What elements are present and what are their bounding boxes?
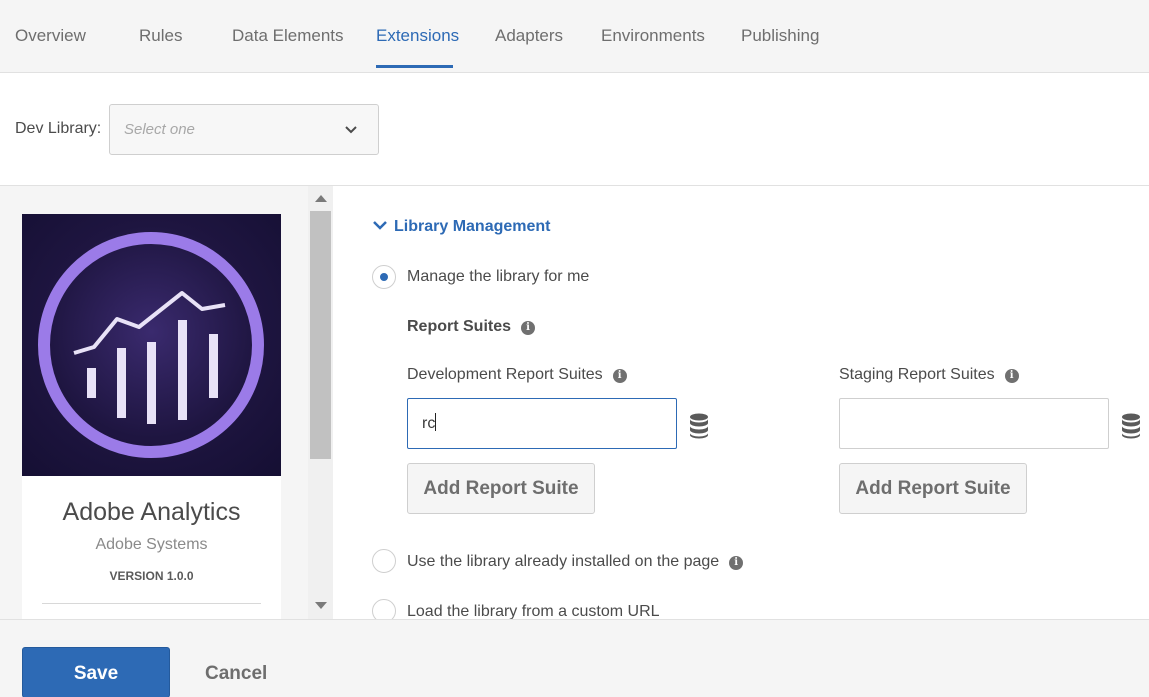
radio-manage-library[interactable]	[372, 265, 396, 289]
dev-library-label: Dev Library:	[15, 120, 102, 137]
tab-adapters[interactable]: Adapters	[495, 26, 563, 46]
database-icon[interactable]	[1121, 413, 1141, 439]
adobe-analytics-logo	[22, 214, 281, 476]
tab-overview[interactable]: Overview	[15, 26, 86, 46]
footer-bar: Save Cancel	[0, 619, 1149, 697]
database-icon[interactable]	[689, 413, 709, 439]
analytics-chart-icon	[38, 232, 264, 458]
active-tab-indicator	[376, 65, 453, 68]
library-management-toggle[interactable]: Library Management	[372, 218, 550, 236]
info-icon[interactable]: i	[521, 321, 536, 335]
extension-title: Adobe Analytics	[62, 498, 241, 526]
dev-library-select[interactable]: Select one	[109, 104, 379, 155]
dev-report-suites-label: Development Report Suites i	[407, 366, 627, 384]
scroll-up-arrow-icon[interactable]	[315, 195, 327, 202]
scrollbar-thumb[interactable]	[310, 211, 331, 459]
extension-vendor: Adobe Systems	[95, 536, 208, 553]
info-icon[interactable]: i	[612, 369, 627, 383]
dev-report-suites-input[interactable]: rc	[407, 398, 677, 449]
dev-report-suites-value: rc	[422, 415, 436, 432]
report-suites-heading-text: Report Suites	[407, 318, 512, 335]
add-dev-report-suite-button[interactable]: Add Report Suite	[407, 463, 595, 514]
chevron-down-icon	[373, 221, 387, 230]
staging-report-suites-input[interactable]	[839, 398, 1109, 449]
cancel-button[interactable]: Cancel	[205, 663, 267, 685]
extension-card[interactable]: Adobe Analytics Adobe Systems VERSION 1.…	[22, 214, 281, 624]
text-caret	[435, 413, 437, 431]
extension-list-panel: Adobe Analytics Adobe Systems VERSION 1.…	[0, 186, 333, 624]
radio-manage-library-label[interactable]: Manage the library for me	[407, 268, 589, 286]
scroll-down-arrow-icon[interactable]	[315, 602, 327, 609]
tab-environments[interactable]: Environments	[601, 26, 705, 46]
dev-library-placeholder: Select one	[124, 121, 195, 138]
radio-use-installed-library[interactable]	[372, 549, 396, 573]
report-suites-heading: Report Suites i	[407, 318, 536, 336]
tab-data-elements[interactable]: Data Elements	[232, 26, 344, 46]
info-icon[interactable]: i	[1004, 369, 1019, 383]
library-management-title: Library Management	[394, 218, 551, 235]
dev-report-suites-label-text: Development Report Suites	[407, 366, 603, 383]
extension-version: VERSION 1.0.0	[109, 569, 194, 583]
chevron-down-icon	[345, 126, 357, 134]
radio-use-installed-library-text: Use the library already installed on the…	[407, 553, 720, 570]
card-divider	[42, 603, 261, 604]
save-button[interactable]: Save	[22, 647, 170, 697]
top-nav: Overview Rules Data Elements Extensions …	[0, 0, 1149, 73]
staging-report-suites-label-text: Staging Report Suites	[839, 366, 995, 383]
add-staging-report-suite-button[interactable]: Add Report Suite	[839, 463, 1027, 514]
radio-use-installed-library-label[interactable]: Use the library already installed on the…	[407, 553, 744, 571]
tab-extensions[interactable]: Extensions	[376, 26, 459, 46]
info-icon[interactable]: i	[729, 556, 744, 570]
staging-report-suites-label: Staging Report Suites i	[839, 366, 1019, 384]
tab-rules[interactable]: Rules	[139, 26, 182, 46]
tab-publishing[interactable]: Publishing	[741, 26, 819, 46]
scrollbar[interactable]	[308, 186, 333, 619]
